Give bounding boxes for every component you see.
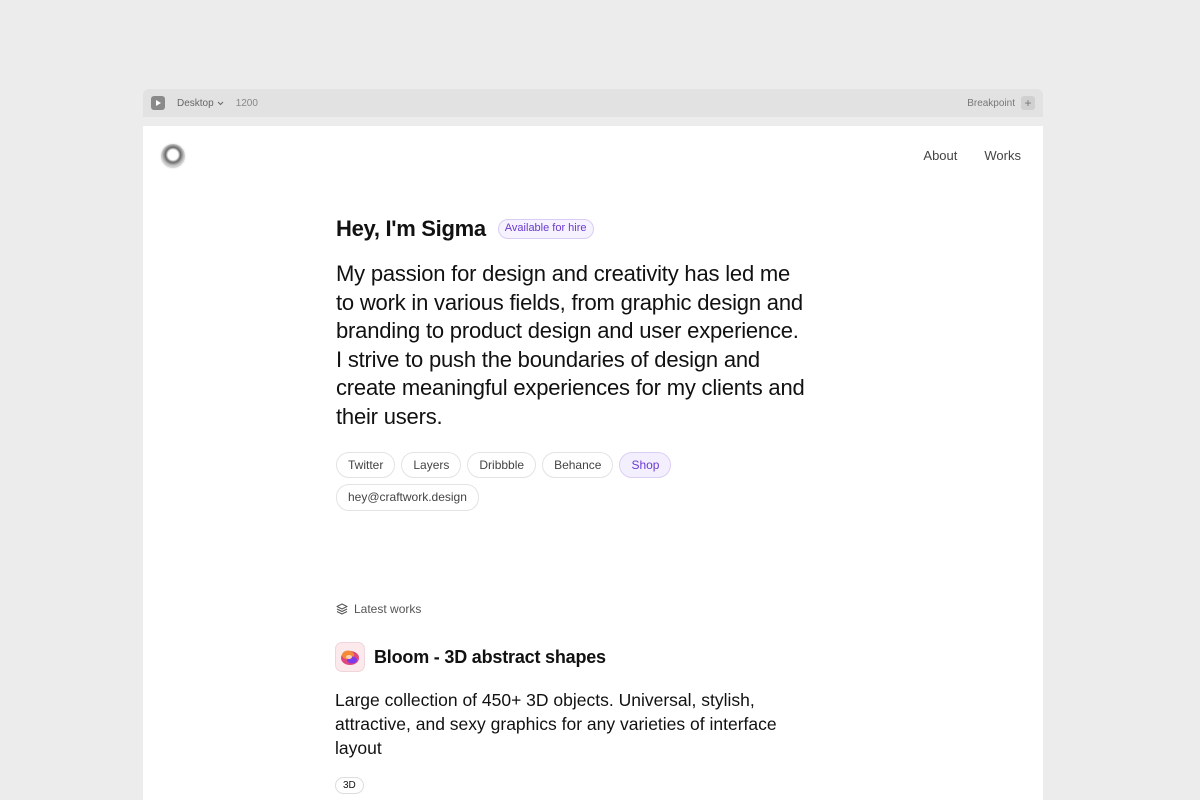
status-badge: Available for hire (497, 219, 594, 239)
logo[interactable] (161, 144, 185, 168)
link-shop[interactable]: Shop (619, 452, 672, 479)
work-title: Bloom - 3D abstract shapes (374, 646, 606, 667)
top-nav: About Works (923, 148, 1021, 163)
link-dribbble[interactable]: Dribbble (467, 452, 537, 479)
add-breakpoint-button[interactable]: + (1021, 96, 1035, 110)
chevron-down-icon (217, 101, 224, 105)
play-icon (156, 100, 161, 106)
nav-about[interactable]: About (923, 148, 957, 163)
work-tag: 3D (335, 777, 364, 794)
breakpoint-label: Breakpoint (967, 97, 1015, 109)
work-card[interactable]: Bloom - 3D abstract shapes Large collect… (335, 642, 815, 794)
link-layers[interactable]: Layers (401, 452, 462, 479)
device-select[interactable]: Desktop (177, 98, 224, 109)
nav-works[interactable]: Works (984, 148, 1021, 163)
plus-icon: + (1024, 96, 1032, 110)
layers-icon (336, 603, 348, 615)
work-thumbnail (335, 642, 365, 672)
page-title: Hey, I'm Sigma (336, 216, 486, 241)
hero-description: My passion for design and creativity has… (336, 261, 805, 429)
device-label: Desktop (177, 97, 214, 109)
width-value[interactable]: 1200 (236, 98, 258, 109)
work-description: Large collection of 450+ 3D objects. Uni… (335, 690, 777, 758)
social-links: Twitter Layers Dribbble Behance Shop hey… (336, 452, 736, 511)
link-behance[interactable]: Behance (542, 452, 614, 479)
bloom-shape-icon (341, 650, 359, 665)
play-button[interactable] (151, 96, 165, 110)
preview-toolbar: Desktop 1200 Breakpoint + (143, 89, 1043, 117)
hero-heading-row: Hey, I'm Sigma Available for hire (336, 216, 806, 242)
site-canvas: About Works Hey, I'm Sigma Available for… (143, 126, 1043, 800)
latest-works-heading: Latest works (336, 602, 421, 616)
work-heading-row: Bloom - 3D abstract shapes (335, 642, 815, 672)
link-email[interactable]: hey@craftwork.design (336, 484, 479, 511)
link-twitter[interactable]: Twitter (336, 452, 396, 479)
latest-works-label: Latest works (354, 602, 422, 616)
hero-section: Hey, I'm Sigma Available for hire My pas… (336, 216, 806, 511)
